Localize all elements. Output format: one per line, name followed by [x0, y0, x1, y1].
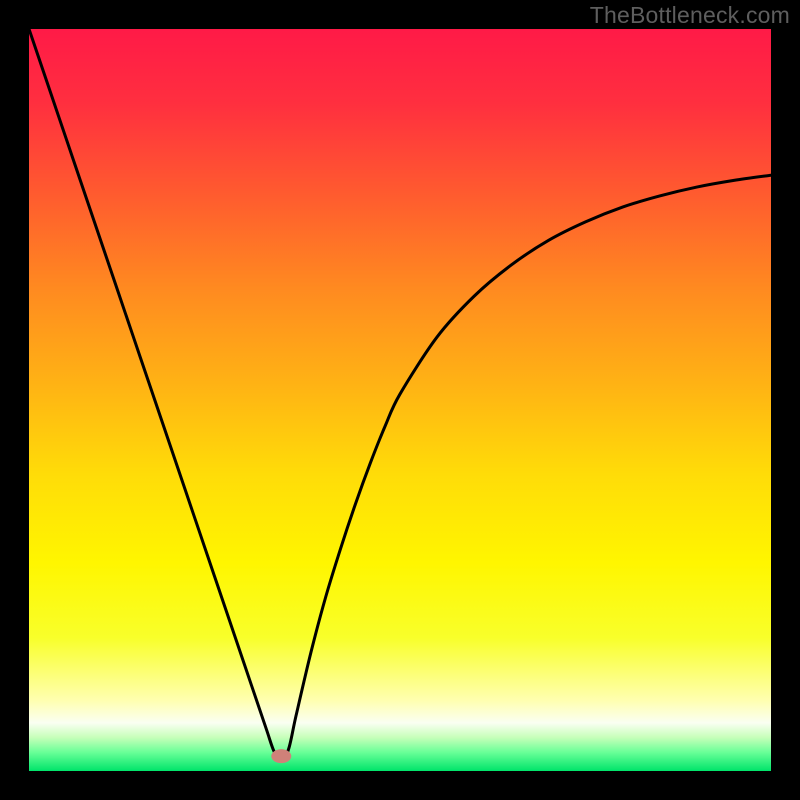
chart-frame: [29, 29, 771, 771]
chart-plot: [29, 29, 771, 771]
bottleneck-curve: [29, 29, 771, 761]
attribution-text: TheBottleneck.com: [590, 2, 790, 29]
optimal-point-marker: [271, 749, 291, 763]
